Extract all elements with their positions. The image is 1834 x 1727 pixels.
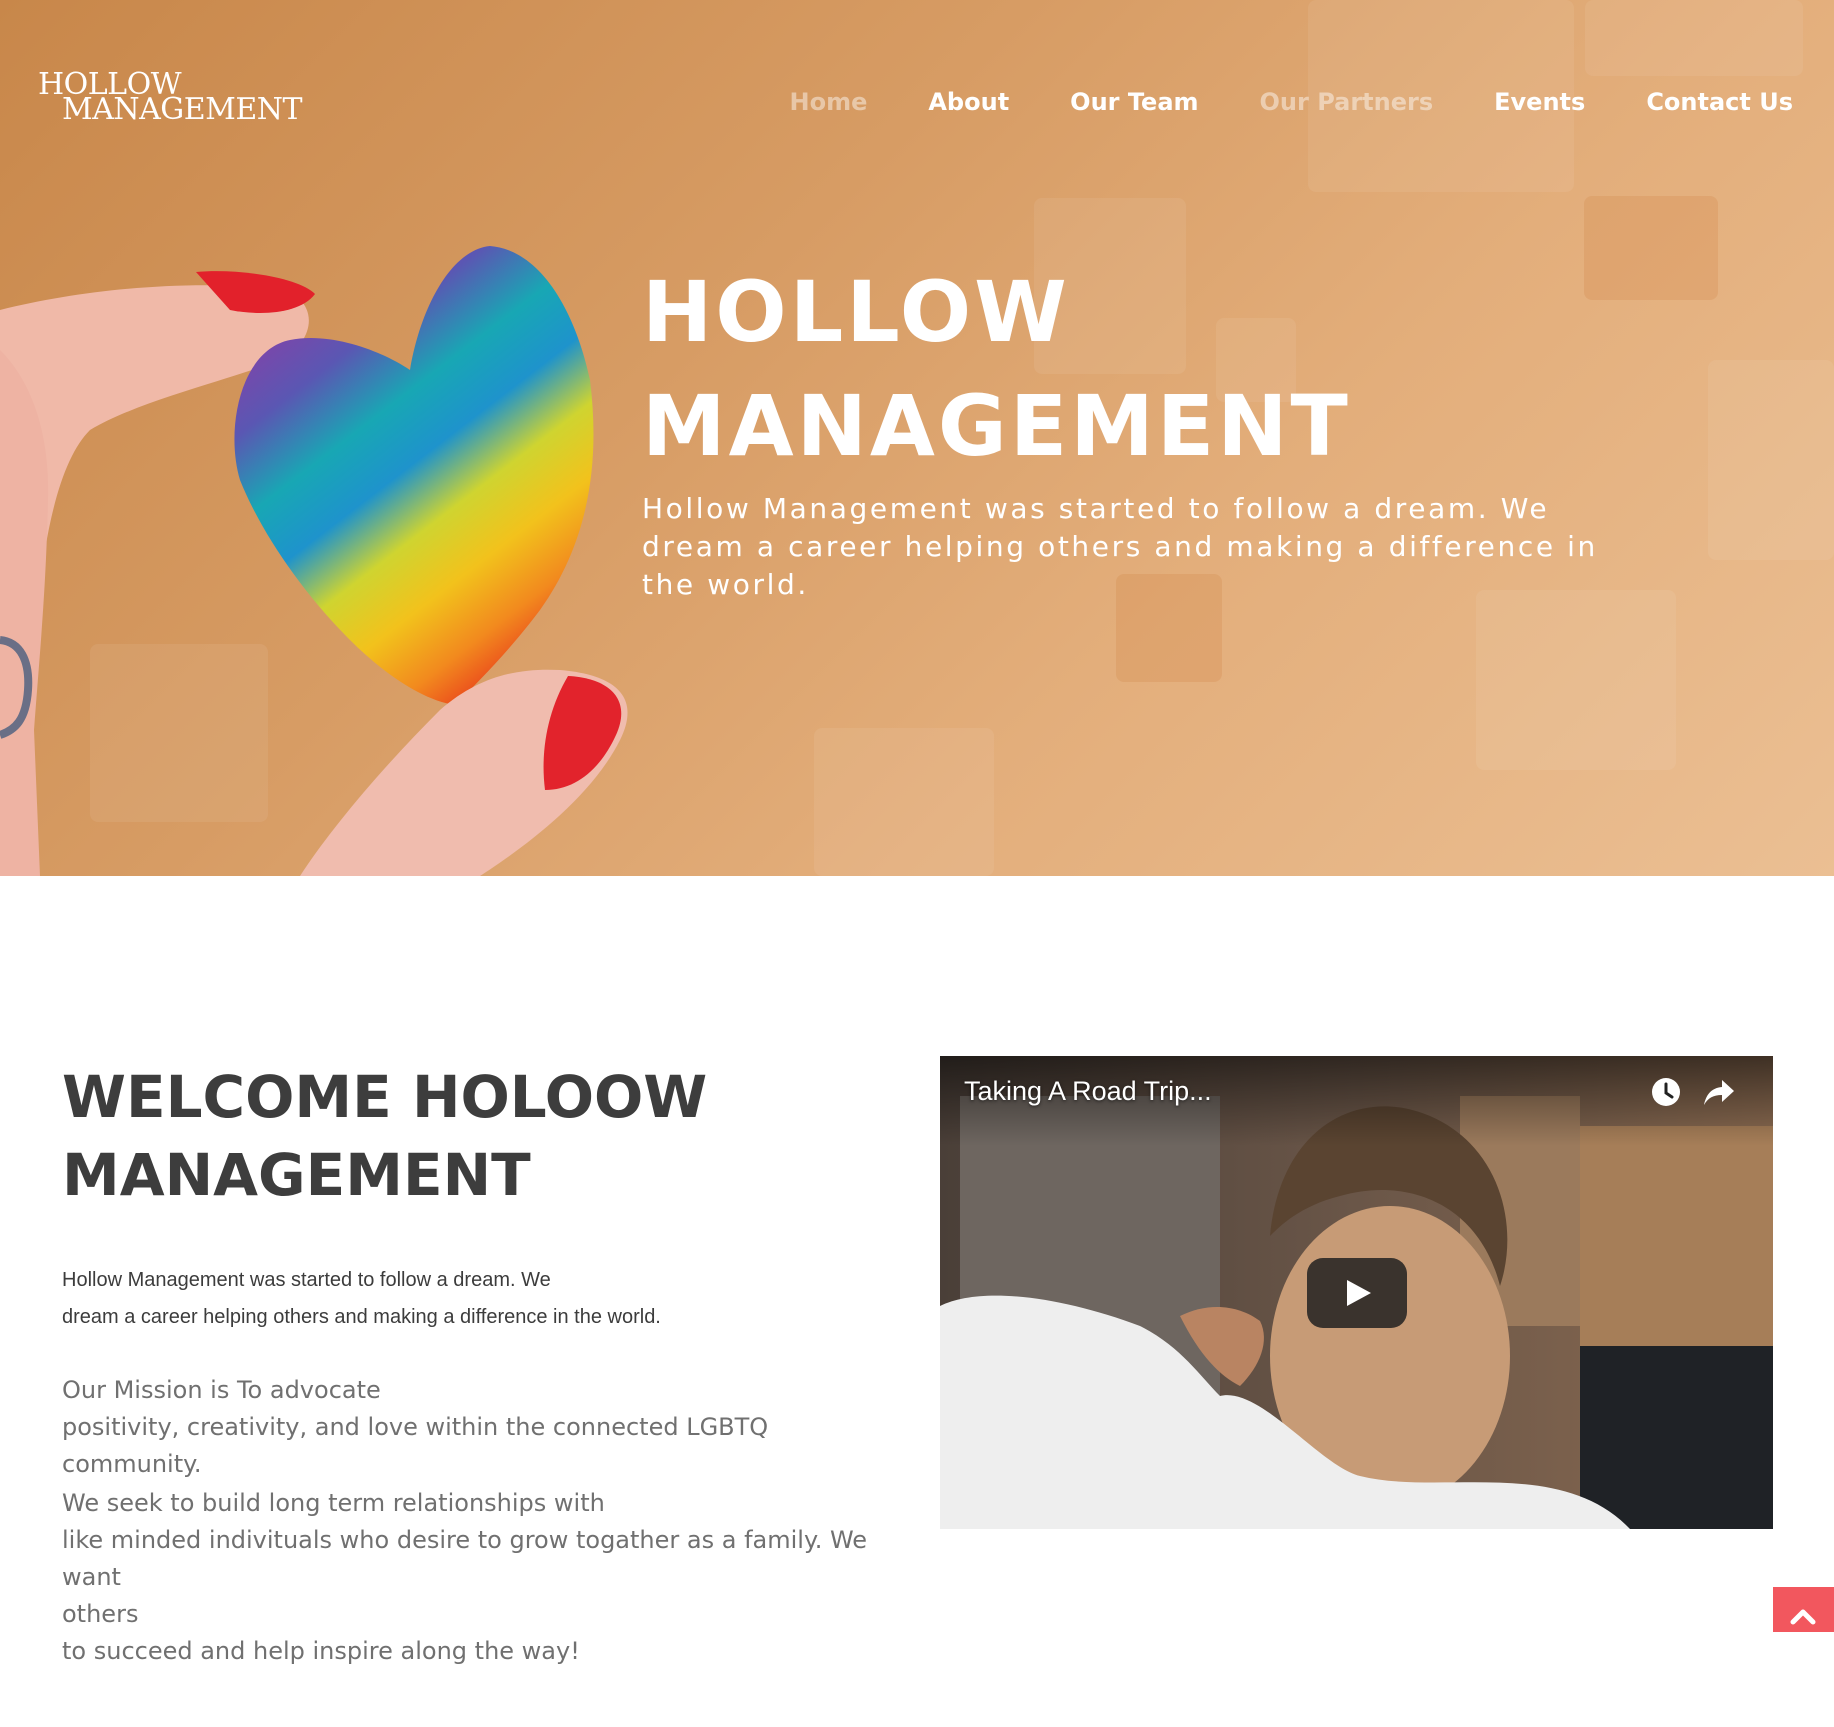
- chevron-up-icon: [1790, 1609, 1816, 1625]
- nav-home[interactable]: Home: [790, 88, 868, 116]
- bg-square: [1476, 590, 1676, 770]
- video-embed[interactable]: Taking A Road Trip...: [940, 1056, 1773, 1529]
- site-logo[interactable]: HOLLOW MANAGEMENT: [38, 70, 303, 127]
- back-to-top-button[interactable]: [1773, 1587, 1834, 1632]
- welcome-title: WELCOME HOLOOW MANAGEMENT: [62, 1058, 707, 1214]
- seek-line-1: We seek to build long term relationships…: [62, 1489, 605, 1517]
- video-title[interactable]: Taking A Road Trip...: [964, 1076, 1212, 1107]
- hero-section: HOLLOW MANAGEMENT Home About Our Team Ou…: [0, 0, 1834, 876]
- nav-our-team[interactable]: Our Team: [1070, 88, 1198, 116]
- share-icon[interactable]: [1702, 1076, 1736, 1108]
- nav-about[interactable]: About: [928, 88, 1009, 116]
- mission-line-1: Our Mission is To advocate: [62, 1376, 381, 1404]
- hero-title-line-2: MANAGEMENT: [642, 377, 1351, 475]
- intro-paragraph: Hollow Management was started to follow …: [62, 1262, 762, 1336]
- hero-title: HOLLOW MANAGEMENT: [642, 255, 1351, 483]
- welcome-title-line-1: WELCOME HOLOOW: [62, 1063, 708, 1131]
- nav-events[interactable]: Events: [1494, 88, 1585, 116]
- welcome-title-line-2: MANAGEMENT: [62, 1141, 531, 1209]
- nav-contact-us[interactable]: Contact Us: [1646, 88, 1793, 116]
- logo-line-2: MANAGEMENT: [62, 92, 303, 127]
- play-button[interactable]: [1307, 1258, 1407, 1328]
- seek-line-2: like minded indivituals who desire to gr…: [62, 1526, 868, 1591]
- seek-line-3: others: [62, 1600, 139, 1628]
- hero-title-line-1: HOLLOW: [642, 263, 1070, 361]
- intro-line-2: dream a career helping others and making…: [62, 1306, 661, 1328]
- nav-our-partners[interactable]: Our Partners: [1260, 88, 1434, 116]
- rainbow-heart-image: [0, 246, 628, 876]
- mission-paragraph: Our Mission is To advocate positivity, c…: [62, 1372, 912, 1483]
- bg-square: [1584, 196, 1718, 300]
- main-nav: Home About Our Team Our Partners Events …: [790, 88, 1794, 116]
- bg-square: [1708, 360, 1834, 560]
- bg-square: [1585, 0, 1803, 76]
- watch-later-icon[interactable]: [1650, 1076, 1682, 1108]
- play-icon: [1347, 1280, 1371, 1306]
- mission-line-2: positivity, creativity, and love within …: [62, 1413, 769, 1478]
- bg-square: [814, 728, 994, 876]
- relationships-paragraph: We seek to build long term relationships…: [62, 1485, 912, 1670]
- intro-line-1: Hollow Management was started to follow …: [62, 1269, 551, 1291]
- hero-subtitle: Hollow Management was started to follow …: [642, 492, 1598, 601]
- seek-line-4: to succeed and help inspire along the wa…: [62, 1637, 580, 1665]
